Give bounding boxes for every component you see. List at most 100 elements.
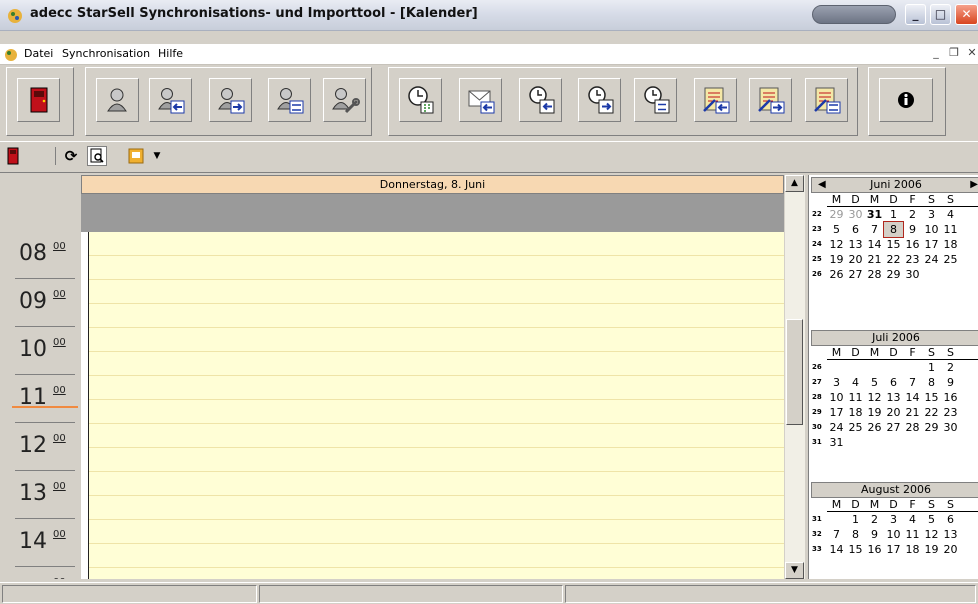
day-cell[interactable]: 20 xyxy=(884,405,903,420)
day-cell[interactable]: 27 xyxy=(884,420,903,435)
day-cell[interactable]: 2 xyxy=(865,512,884,527)
day-cell[interactable]: 10 xyxy=(922,222,941,237)
day-cell[interactable]: 12 xyxy=(827,237,846,252)
day-cell[interactable]: 30 xyxy=(941,420,960,435)
day-cell[interactable]: 3 xyxy=(922,207,941,222)
day-cell[interactable]: 24 xyxy=(922,252,941,267)
view-options-dropdown[interactable]: ▼ xyxy=(150,146,164,166)
day-cell[interactable]: 1 xyxy=(884,207,903,222)
theme-switcher[interactable] xyxy=(812,5,896,24)
day-cell[interactable]: 5 xyxy=(865,375,884,390)
close-view-button[interactable] xyxy=(5,146,21,166)
day-cell[interactable]: 4 xyxy=(846,375,865,390)
scroll-thumb[interactable] xyxy=(786,319,803,425)
day-cell[interactable]: 24 xyxy=(827,420,846,435)
day-cell[interactable]: 6 xyxy=(884,375,903,390)
day-cell[interactable]: 7 xyxy=(827,527,846,542)
minimize-button[interactable]: _ xyxy=(905,4,926,25)
scroll-down-button[interactable]: ▼ xyxy=(785,562,804,579)
all-day-area[interactable] xyxy=(81,194,784,232)
day-cell[interactable]: 4 xyxy=(903,512,922,527)
day-cell[interactable]: 28 xyxy=(865,267,884,282)
day-cell[interactable]: 12 xyxy=(922,527,941,542)
scroll-up-button[interactable]: ▲ xyxy=(785,175,804,192)
contacts-import-button[interactable] xyxy=(149,78,192,122)
calendar-button[interactable] xyxy=(399,78,442,122)
day-cell[interactable]: 14 xyxy=(865,237,884,252)
task-sync-button[interactable] xyxy=(805,78,848,122)
day-cell[interactable]: 1 xyxy=(846,512,865,527)
contacts-settings-button[interactable] xyxy=(323,78,366,122)
task-export-button[interactable] xyxy=(749,78,792,122)
view-options-button[interactable] xyxy=(125,146,147,166)
next-month-icon[interactable]: ▶ xyxy=(970,178,978,192)
day-cell[interactable]: 1 xyxy=(922,360,941,375)
title-bar[interactable]: adecc StarSell Synchronisations- und Imp… xyxy=(0,0,978,31)
day-cell[interactable]: 11 xyxy=(903,527,922,542)
mdi-restore-icon[interactable]: ❐ xyxy=(947,46,961,60)
day-cell[interactable]: 15 xyxy=(884,237,903,252)
day-cell[interactable]: 16 xyxy=(903,237,922,252)
day-cell[interactable]: 3 xyxy=(827,375,846,390)
day-cell[interactable]: 25 xyxy=(846,420,865,435)
day-cell[interactable]: 13 xyxy=(846,237,865,252)
day-cell[interactable]: 5 xyxy=(827,222,846,237)
mdi-close-icon[interactable]: ✕ xyxy=(965,46,978,60)
mail-import-button[interactable] xyxy=(459,78,502,122)
day-cell[interactable]: 19 xyxy=(827,252,846,267)
task-import-button[interactable] xyxy=(694,78,737,122)
day-cell[interactable]: 22 xyxy=(884,252,903,267)
day-cell[interactable]: 17 xyxy=(884,542,903,557)
day-cell[interactable]: 18 xyxy=(846,405,865,420)
day-cell[interactable]: 14 xyxy=(903,390,922,405)
day-cell[interactable]: 10 xyxy=(827,390,846,405)
day-cell[interactable]: 17 xyxy=(827,405,846,420)
day-cell[interactable]: 30 xyxy=(846,207,865,222)
day-cell[interactable]: 4 xyxy=(941,207,960,222)
day-cell[interactable]: 26 xyxy=(827,267,846,282)
day-cell[interactable]: 16 xyxy=(941,390,960,405)
info-button[interactable] xyxy=(879,78,933,122)
day-cell[interactable]: 31 xyxy=(827,435,846,450)
day-cell[interactable]: 21 xyxy=(903,405,922,420)
day-cell[interactable]: 15 xyxy=(846,542,865,557)
day-cell[interactable]: 11 xyxy=(941,222,960,237)
day-cell[interactable]: 30 xyxy=(903,267,922,282)
contacts-sync-button[interactable] xyxy=(268,78,311,122)
day-cell[interactable]: 31 xyxy=(865,207,884,222)
day-cell[interactable]: 6 xyxy=(941,512,960,527)
day-cell[interactable]: 17 xyxy=(922,237,941,252)
calendar-sync-button[interactable] xyxy=(634,78,677,122)
day-cell[interactable]: 23 xyxy=(941,405,960,420)
menu-datei[interactable]: Datei xyxy=(24,47,53,60)
day-cell[interactable]: 18 xyxy=(903,542,922,557)
day-cell[interactable]: 26 xyxy=(865,420,884,435)
day-cell[interactable]: 9 xyxy=(941,375,960,390)
calendar-export-button[interactable] xyxy=(578,78,621,122)
day-cell[interactable]: 10 xyxy=(884,527,903,542)
menu-synchronisation[interactable]: Synchronisation xyxy=(62,47,150,60)
day-cell[interactable]: 13 xyxy=(884,390,903,405)
refresh-button[interactable]: ⟳ xyxy=(63,146,79,166)
day-cell[interactable]: 8 xyxy=(922,375,941,390)
day-cell[interactable]: 12 xyxy=(865,390,884,405)
calendar-import-button[interactable] xyxy=(519,78,562,122)
day-cell[interactable]: 22 xyxy=(922,405,941,420)
contacts-button[interactable] xyxy=(96,78,139,122)
mdi-minimize-icon[interactable]: _ xyxy=(929,46,943,60)
day-cell[interactable]: 20 xyxy=(941,542,960,557)
day-scrollbar[interactable]: ▲ ▼ xyxy=(785,175,805,579)
day-cell[interactable]: 19 xyxy=(922,542,941,557)
day-header[interactable]: Donnerstag, 8. Juni xyxy=(81,175,784,194)
contacts-export-button[interactable] xyxy=(209,78,252,122)
day-cell[interactable]: 20 xyxy=(846,252,865,267)
day-cell[interactable]: 11 xyxy=(846,390,865,405)
day-cell[interactable]: 9 xyxy=(865,527,884,542)
day-cell[interactable]: 7 xyxy=(903,375,922,390)
day-cell[interactable]: 3 xyxy=(884,512,903,527)
day-cell[interactable]: 14 xyxy=(827,542,846,557)
day-cell[interactable]: 29 xyxy=(884,267,903,282)
print-preview-button[interactable] xyxy=(87,146,107,166)
day-cell[interactable]: 15 xyxy=(922,390,941,405)
close-button[interactable]: ✕ xyxy=(955,4,978,25)
